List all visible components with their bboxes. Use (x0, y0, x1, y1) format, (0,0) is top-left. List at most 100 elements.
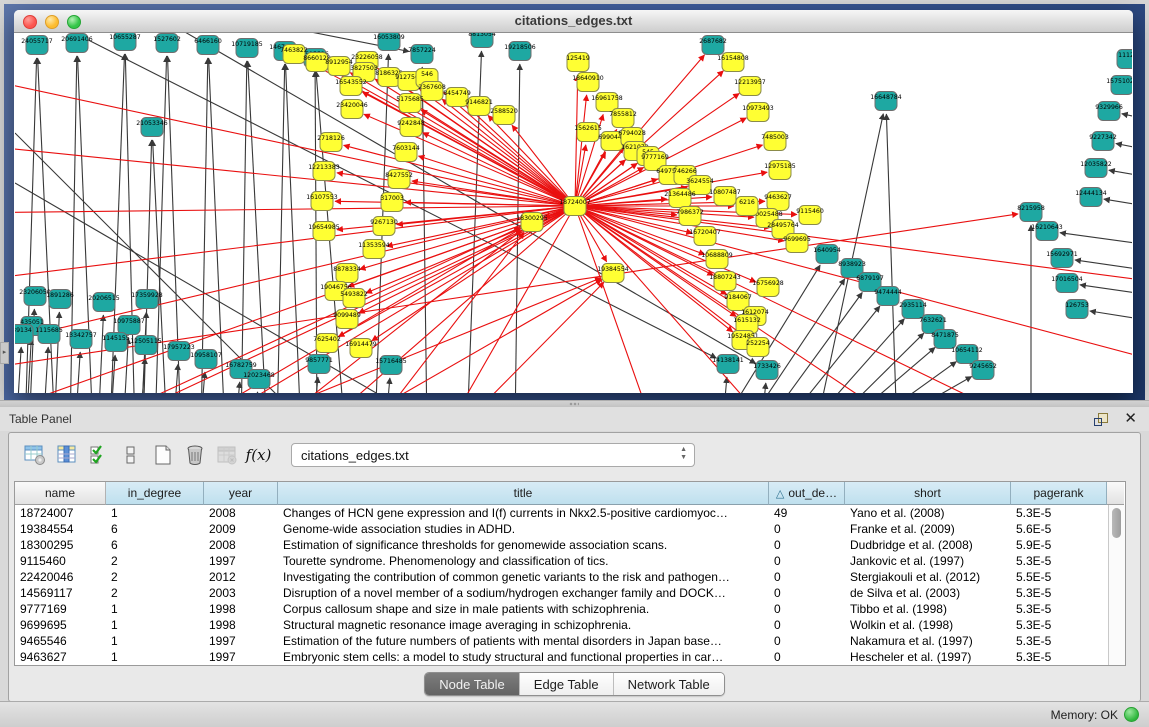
graph-edge[interactable] (15, 133, 315, 393)
cell-year[interactable]: 1997 (204, 649, 278, 665)
graph-node[interactable]: 9463627 (764, 192, 792, 211)
cell-pagerank[interactable]: 5.3E-5 (1011, 649, 1107, 665)
graph-node[interactable]: 19218506 (504, 42, 536, 61)
cell-in_degree[interactable]: 1 (106, 617, 204, 633)
graph-edge[interactable] (135, 33, 756, 364)
graph-edge[interactable] (761, 383, 766, 393)
graph-node[interactable]: 16756928 (752, 278, 784, 297)
graph-node[interactable]: 15716485 (375, 356, 407, 375)
graph-node[interactable]: 19654985 (308, 222, 340, 241)
cell-short[interactable]: Wolkin et al. (1998) (845, 617, 1011, 633)
cell-in_degree[interactable]: 6 (106, 537, 204, 553)
cell-pagerank[interactable]: 5.3E-5 (1011, 553, 1107, 569)
cell-name[interactable]: 9115460 (15, 553, 106, 569)
graph-node[interactable]: 20691406 (61, 34, 93, 53)
graph-node[interactable]: 9115460 (796, 206, 824, 225)
column-header-short[interactable]: short (845, 482, 1011, 505)
graph-node[interactable]: 21364486 (664, 189, 696, 208)
graph-node[interactable]: 12975185 (764, 161, 796, 180)
cell-title[interactable]: Tourette syndrome. Phenomenology and cla… (278, 553, 769, 569)
graph-node[interactable]: 9857771 (305, 355, 333, 374)
graph-node[interactable]: 8471875 (931, 330, 959, 349)
column-header-pagerank[interactable]: pagerank (1011, 482, 1107, 505)
tab-network-table[interactable]: Network Table (614, 673, 724, 695)
cell-short[interactable]: Jankovic et al. (1997) (845, 553, 1011, 569)
graph-node[interactable]: 8912954 (325, 57, 353, 76)
scrollbar-thumb[interactable] (1112, 508, 1121, 538)
graph-node[interactable]: 24055717 (21, 36, 53, 55)
cell-in_degree[interactable]: 1 (106, 649, 204, 665)
network-view-window[interactable]: citations_edges.txt 24055717 20691406 10… (14, 10, 1133, 393)
graph-node[interactable]: 7855812 (609, 109, 637, 128)
graph-node[interactable]: 18807243 (709, 272, 741, 291)
cell-title[interactable]: Estimation of the future numbers of pati… (278, 633, 769, 649)
graph-node[interactable]: 16720407 (689, 227, 721, 246)
graph-node[interactable]: 9329966 (1095, 102, 1123, 121)
graph-node[interactable]: 7857224 (408, 45, 436, 64)
window-titlebar[interactable]: citations_edges.txt (14, 10, 1133, 33)
cell-out_de[interactable]: 49 (769, 505, 845, 521)
cell-year[interactable]: 1997 (204, 553, 278, 569)
graph-node[interactable]: 13342757 (65, 330, 97, 349)
column-header-title[interactable]: title (278, 482, 769, 505)
cell-year[interactable]: 1997 (204, 633, 278, 649)
cell-short[interactable]: Tibbo et al. (1998) (845, 601, 1011, 617)
cell-short[interactable]: Hescheler et al. (1997) (845, 649, 1011, 665)
graph-node[interactable]: 1145155 (102, 333, 130, 352)
cell-out_de[interactable]: 0 (769, 553, 845, 569)
graph-node[interactable]: 16648784 (870, 92, 902, 111)
graph-node[interactable]: 6466160 (194, 36, 222, 55)
column-header-in_degree[interactable]: in_degree (106, 482, 204, 505)
table-row[interactable]: 1830029562008Estimation of significance … (15, 537, 1125, 553)
table-row[interactable]: 1872400712008Changes of HCN gene express… (15, 505, 1125, 521)
cell-title[interactable]: Disruption of a novel member of a sodium… (278, 585, 769, 601)
graph-node[interactable]: 16543552 (335, 77, 367, 96)
graph-node[interactable]: 16154808 (717, 53, 749, 72)
graph-edge[interactable] (241, 61, 247, 393)
graph-node[interactable]: 10973493 (742, 103, 774, 122)
table-select-dropdown[interactable]: citations_edges.txt ▲▼ (291, 443, 695, 467)
graph-node[interactable]: 11123 (1117, 50, 1132, 69)
graph-node[interactable]: 20206515 (88, 293, 120, 312)
graph-edge[interactable] (235, 382, 240, 393)
graph-edge[interactable] (1109, 170, 1132, 180)
graph-node[interactable]: 5493822 (340, 289, 368, 308)
cell-title[interactable]: Structural magnetic resonance image aver… (278, 617, 769, 633)
graph-node[interactable]: 16210643 (1031, 222, 1063, 241)
graph-node[interactable]: 2935114 (899, 300, 927, 319)
graph-node[interactable]: 10975887 (113, 316, 145, 335)
cell-in_degree[interactable]: 6 (106, 521, 204, 537)
cell-year[interactable]: 2009 (204, 521, 278, 537)
cell-out_de[interactable]: 0 (769, 585, 845, 601)
column-header-year[interactable]: year (204, 482, 278, 505)
cell-title[interactable]: Investigating the contribution of common… (278, 569, 769, 585)
select-columns-icon[interactable] (85, 442, 112, 469)
cell-name[interactable]: 9463627 (15, 649, 106, 665)
column-header-name[interactable]: name (15, 482, 106, 505)
cell-short[interactable]: Franke et al. (2009) (845, 521, 1011, 537)
delete-column-icon[interactable] (181, 442, 208, 469)
cell-title[interactable]: Corpus callosum shape and size in male p… (278, 601, 769, 617)
graph-edge[interactable] (385, 378, 390, 393)
graph-node[interactable]: 12444134 (1075, 188, 1107, 207)
table-scrollbar[interactable] (1108, 505, 1125, 665)
cell-short[interactable]: Stergiakouli et al. (2012) (845, 569, 1011, 585)
cell-title[interactable]: Embryonic stem cells: a model to study s… (278, 649, 769, 665)
graph-node[interactable]: 1115685 (35, 325, 63, 344)
cell-out_de[interactable]: 0 (769, 537, 845, 553)
cell-name[interactable]: 18724007 (15, 505, 106, 521)
graph-node[interactable]: 9099489 (333, 310, 361, 329)
graph-edge[interactable] (803, 319, 904, 393)
graph-node[interactable]: 2588520 (490, 106, 518, 125)
cell-pagerank[interactable]: 5.3E-5 (1011, 585, 1107, 601)
graph-edge[interactable] (1104, 199, 1132, 209)
cell-year[interactable]: 2008 (204, 505, 278, 521)
cell-name[interactable]: 18300295 (15, 537, 106, 553)
cell-year[interactable]: 1998 (204, 617, 278, 633)
graph-node[interactable]: 9699695 (783, 234, 811, 253)
graph-edge[interactable] (1122, 114, 1132, 123)
cell-in_degree[interactable]: 2 (106, 553, 204, 569)
graph-node[interactable]: 7625402 (313, 334, 341, 353)
graph-node[interactable]: 7485003 (761, 132, 789, 151)
table-row[interactable]: 946362711997Embryonic stem cells: a mode… (15, 649, 1125, 665)
